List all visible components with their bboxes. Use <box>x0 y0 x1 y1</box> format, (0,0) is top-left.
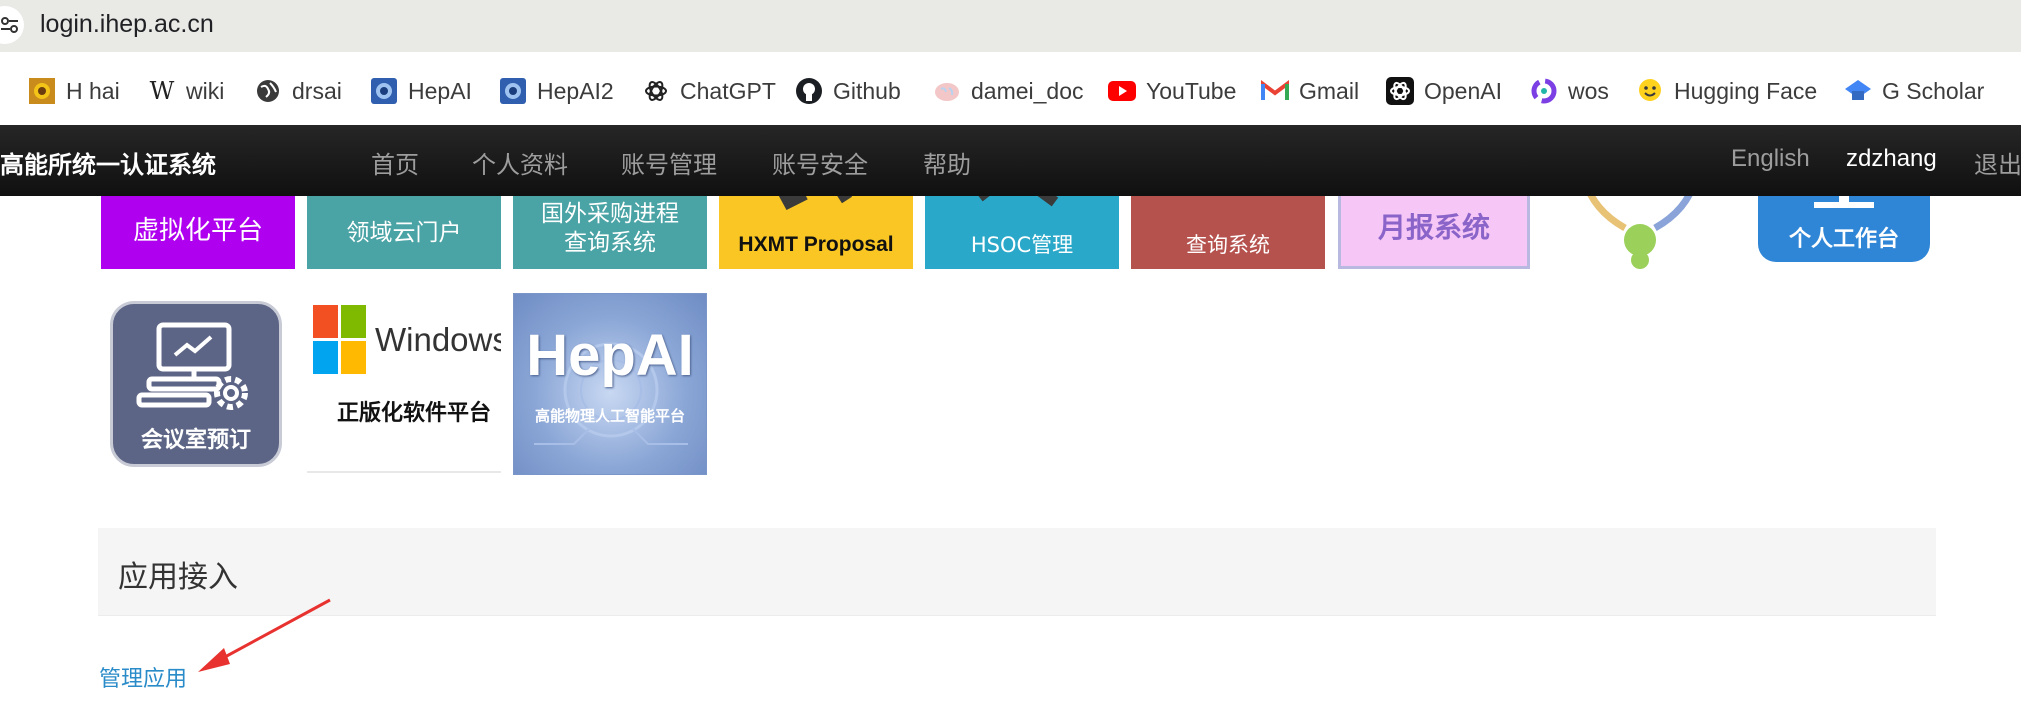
bookmark-hepai[interactable]: HepAI <box>370 74 472 108</box>
site-brand[interactable]: 高能所统一认证系统 <box>0 145 216 180</box>
github-icon <box>795 77 823 105</box>
openai-icon <box>642 77 670 105</box>
bookmark-wos[interactable]: wos <box>1530 74 1609 108</box>
manage-apps-link[interactable]: 管理应用 <box>99 661 187 693</box>
brain-icon <box>933 77 961 105</box>
bookmark-openai[interactable]: OpenAI <box>1386 74 1502 108</box>
windows-icon <box>313 305 366 374</box>
openai-icon <box>1386 77 1414 105</box>
tile-hepai-platform[interactable]: HepAI 高能物理人工智能平台 <box>513 293 707 475</box>
youtube-icon <box>1108 77 1136 105</box>
globe-icon <box>254 77 282 105</box>
site-navbar: 高能所统一认证系统 首页 个人资料 账号管理 账号安全 帮助 English z… <box>0 125 2021 196</box>
tile-windows-licensed-software[interactable]: Windows 正版化软件平台 <box>307 293 501 473</box>
browser-address-bar: login.ihep.ac.cn <box>0 0 2021 52</box>
bookmark-drsai[interactable]: drsai <box>254 74 342 108</box>
app-integration-panel: 应用接入 <box>98 528 1936 616</box>
bookmark-hugging-face[interactable]: Hugging Face <box>1636 74 1817 108</box>
wikipedia-icon: W <box>149 77 175 105</box>
bookmark-gmail[interactable]: Gmail <box>1261 74 1359 108</box>
bookmark-damei-doc[interactable]: damei_doc <box>933 74 1084 108</box>
sunflower-icon <box>28 77 56 105</box>
hepai-icon <box>499 77 527 105</box>
hepai-icon <box>370 77 398 105</box>
bookmark-wiki[interactable]: W wiki <box>148 74 225 108</box>
bookmark-youtube[interactable]: YouTube <box>1108 74 1236 108</box>
windows-logo: Windows <box>313 305 501 375</box>
presentation-gear-icon <box>136 322 248 411</box>
nav-help[interactable]: 帮助 <box>923 145 971 180</box>
scholar-icon <box>1844 77 1872 105</box>
hugging-face-icon <box>1636 77 1664 105</box>
site-settings-icon[interactable] <box>0 6 24 44</box>
nav-profile[interactable]: 个人资料 <box>472 145 568 180</box>
language-switch[interactable]: English <box>1731 145 1810 173</box>
wos-icon <box>1530 77 1558 105</box>
bookmark-github[interactable]: Github <box>795 74 901 108</box>
url-field[interactable]: login.ihep.ac.cn <box>40 10 214 39</box>
username-menu[interactable]: zdzhang <box>1846 145 1937 173</box>
nav-home[interactable]: 首页 <box>371 145 419 180</box>
logout-link[interactable]: 退出 <box>1974 145 2021 180</box>
tile-meeting-room-booking[interactable]: 会议室预订 <box>110 301 282 467</box>
nav-account-security[interactable]: 账号安全 <box>772 145 868 180</box>
gmail-icon <box>1261 77 1289 105</box>
bookmarks-bar: H hai W wiki drsai HepAI HepAI2 ChatGPT … <box>0 52 2021 125</box>
bookmark-hepai2[interactable]: HepAI2 <box>499 74 614 108</box>
bookmark-g-scholar[interactable]: G Scholar <box>1844 74 1984 108</box>
bookmark-chatgpt[interactable]: ChatGPT <box>642 74 776 108</box>
nav-account-management[interactable]: 账号管理 <box>621 145 717 180</box>
bookmark-h-hai[interactable]: H hai <box>28 74 120 108</box>
red-arrow-annotation <box>198 598 331 672</box>
